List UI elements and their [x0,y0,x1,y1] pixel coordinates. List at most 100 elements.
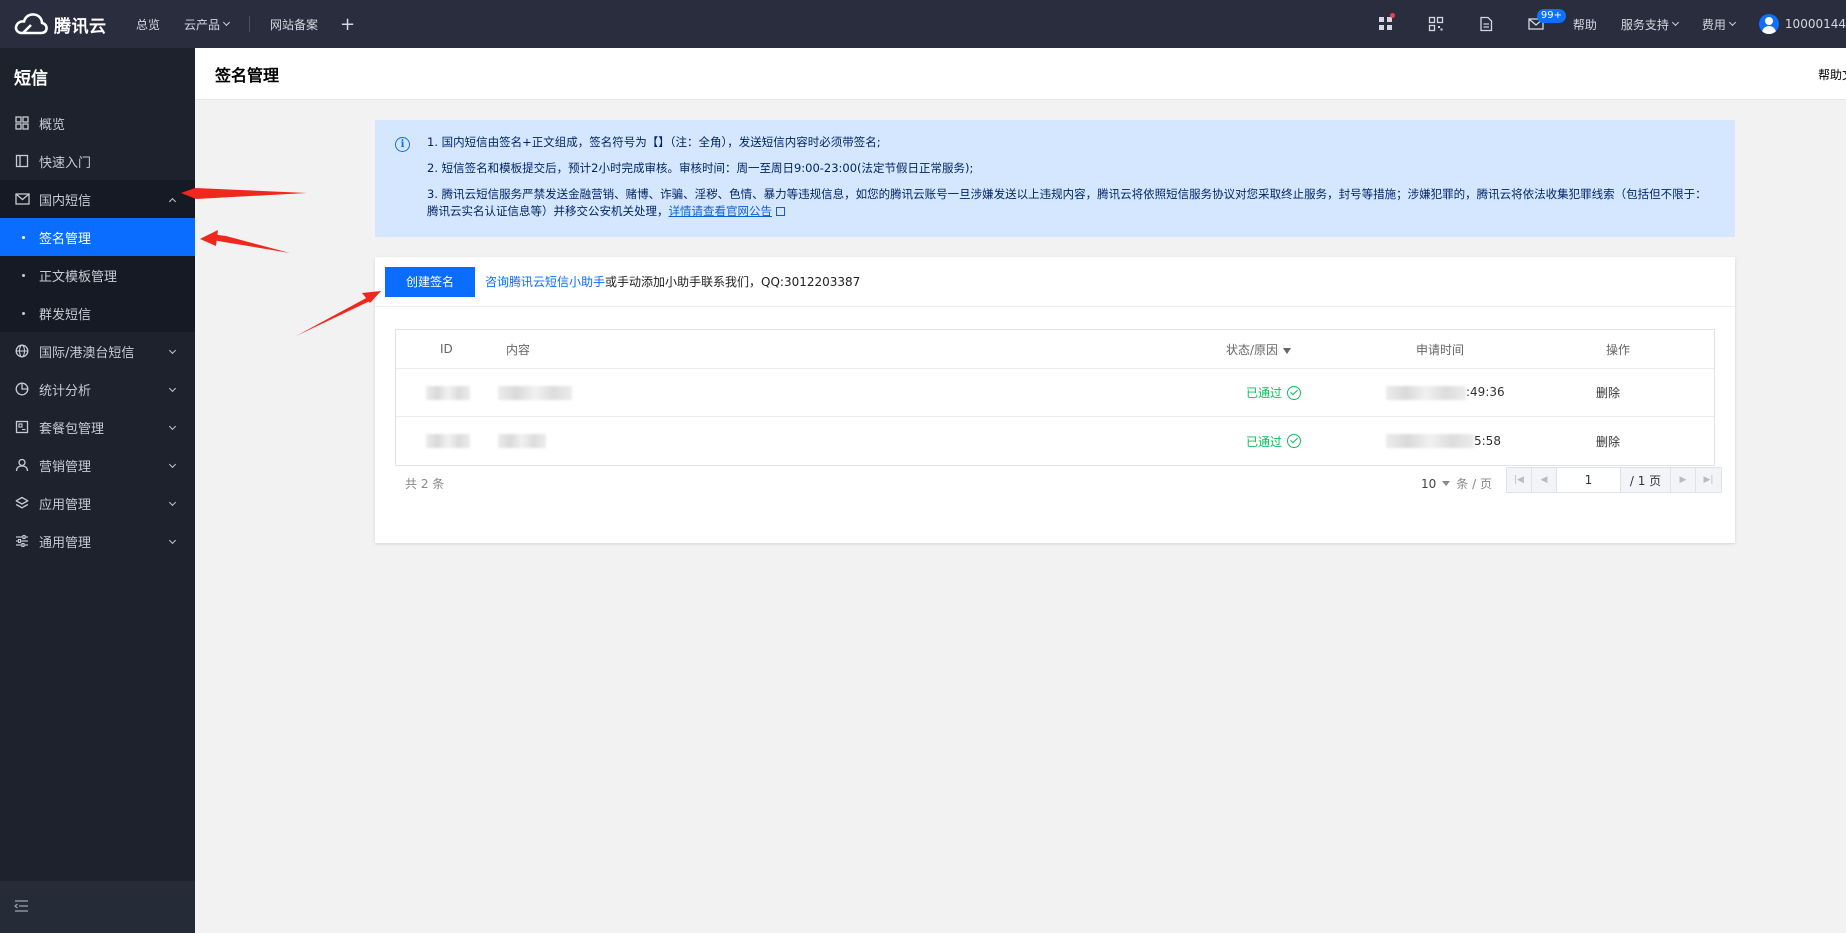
billing-menu[interactable]: 费用 [1690,0,1747,48]
help-link[interactable]: 帮助 [1561,0,1609,48]
qrcode-icon[interactable] [1411,0,1461,48]
sidebar-item-label: 概览 [39,117,66,133]
nav-overview[interactable]: 总览 [124,0,172,48]
delete-link[interactable]: 删除 [1596,384,1620,401]
external-link-icon[interactable] [776,207,785,216]
chevron-down-icon [1728,18,1736,26]
sidebar-subitem-bulk-sms[interactable]: 群发短信 [0,294,195,332]
sidebar-item-general[interactable]: 通用管理 [0,522,195,560]
caret-down-icon [1442,481,1451,486]
top-bar: 腾讯云 总览 云产品 网站备案 + 99+ 帮助 服务支持 费用 1000014… [0,0,1846,48]
help-docs-link[interactable]: 帮助文 [1818,66,1846,83]
bullet-icon [22,273,25,277]
create-signature-button[interactable]: 创建签名 [385,266,475,297]
status-cell: 已通过 [1246,433,1302,450]
sidebar: 短信 概览 快速入门 国内短信 签名管理 正文模板管理 群发短信 国际/港澳台短… [0,48,195,933]
sidebar-subitem-template[interactable]: 正文模板管理 [0,256,195,294]
sidebar-item-intl-sms[interactable]: 国际/港澳台短信 [0,332,195,370]
filter-icon[interactable] [1283,347,1292,354]
redacted-id [426,434,470,449]
sliders-icon [14,533,30,549]
nav-icp-filing[interactable]: 网站备案 [258,0,330,48]
apps-grid-icon[interactable] [1361,0,1411,48]
redacted-id [426,385,470,400]
page-size-select[interactable]: 10 条 / 页 [1421,475,1492,492]
sidebar-item-domestic-sms[interactable]: 国内短信 [0,180,195,218]
nav-products-label: 云产品 [184,17,221,32]
announcement-link[interactable]: 详情请查看官网公告 [669,204,773,218]
sidebar-item-applications[interactable]: 应用管理 [0,484,195,522]
nav-products[interactable]: 云产品 [172,0,241,48]
notice-banner: i 1. 国内短信由签名+正文组成，签名符号为【】（注：全角），发送短信内容时必… [375,120,1735,237]
pagination: 共 2 条 10 条 / 页 |◀ ◀ / 1 页 ▶ ▶| [395,467,1722,495]
notice-line-3-text: 3. 腾讯云短信服务严禁发送金融营销、赌博、诈骗、淫秽、色情、暴力等违规信息，如… [427,187,1707,218]
chevron-down-icon [168,460,177,469]
consult-assistant-link[interactable]: 咨询腾讯云短信小助手 [485,273,605,290]
first-page-icon[interactable]: |◀ [1507,468,1532,492]
sidebar-item-statistics[interactable]: 统计分析 [0,370,195,408]
notice-line-2: 2. 短信签名和模板提交后，预计2小时完成审核。审核时间：周一至周日9:00-2… [427,161,974,175]
support-menu[interactable]: 服务支持 [1609,0,1690,48]
column-header-status[interactable]: 状态/原因 [1226,341,1292,358]
notice-line-1: 1. 国内短信由签名+正文组成，签名符号为【】（注：全角），发送短信内容时必须带… [427,135,881,149]
chevron-down-icon [168,536,177,545]
collapse-menu-icon [14,899,30,916]
layers-icon [14,495,30,511]
chevron-down-icon [168,346,177,355]
chevron-down-icon [168,384,177,393]
document-icon[interactable] [1461,0,1511,48]
total-pages: / 1 页 [1621,468,1671,492]
redacted-content [498,434,546,449]
sidebar-item-label: 快速入门 [39,155,92,171]
next-page-icon[interactable]: ▶ [1671,468,1696,492]
table-row: 已通过 :49:36 删除 [396,369,1714,417]
add-shortcut-icon[interactable]: + [330,14,365,35]
sidebar-item-marketing[interactable]: 营销管理 [0,446,195,484]
sidebar-title: 短信 [14,68,48,89]
page-navigator: |◀ ◀ / 1 页 ▶ ▶| [1506,467,1722,493]
sidebar-item-label: 应用管理 [39,497,92,513]
check-circle-icon [1287,434,1302,448]
last-page-icon[interactable]: ▶| [1696,468,1721,492]
package-icon [14,419,30,435]
brand-logo[interactable]: 腾讯云 [0,0,124,48]
page-number-input[interactable] [1557,468,1621,492]
notification-badge: 99+ [1536,9,1566,23]
globe-icon [14,343,30,359]
sidebar-collapse-toggle[interactable] [0,881,195,933]
consult-contact-text: 或手动添加小助手联系我们，QQ:3012203387 [605,275,861,289]
signature-table: ID 内容 状态/原因 申请时间 操作 已通过 :49:36 删除 已通过 5:… [395,329,1715,466]
time-cell: :49:36 [1386,385,1505,400]
message-icon[interactable]: 99+ [1511,0,1566,48]
page-size-value: 10 [1421,476,1437,491]
sidebar-subitem-signature[interactable]: 签名管理 [0,218,195,256]
chevron-down-icon [168,498,177,507]
status-text: 已通过 [1246,386,1283,400]
card-toolbar: 创建签名 咨询腾讯云短信小助手 或手动添加小助手联系我们，QQ:30122033… [375,257,1735,307]
total-count: 共 2 条 [405,477,445,491]
sidebar-item-packages[interactable]: 套餐包管理 [0,408,195,446]
account-menu[interactable]: 10000144 [1747,0,1846,48]
page-size-unit: 条 / 页 [1456,477,1492,491]
redacted-content [498,385,572,400]
grid-icon [14,115,30,131]
table-header-row: ID 内容 状态/原因 申请时间 操作 [396,330,1714,369]
column-header-op: 操作 [1606,342,1631,357]
user-group-icon [14,457,30,473]
column-header-id: ID [440,342,453,356]
sidebar-item-overview[interactable]: 概览 [0,104,195,142]
sidebar-subitem-label: 群发短信 [39,307,92,323]
bullet-icon [22,311,25,315]
chevron-down-icon [222,18,231,26]
page-title: 签名管理 [215,65,280,85]
check-circle-icon [1287,385,1302,400]
billing-label: 费用 [1701,17,1726,32]
info-icon: i [395,137,410,152]
sidebar-subitem-label: 正文模板管理 [39,269,118,285]
prev-page-icon[interactable]: ◀ [1532,468,1557,492]
delete-link[interactable]: 删除 [1596,433,1620,450]
bullet-icon [22,235,25,239]
page-header: 签名管理 帮助文 [195,48,1846,100]
sidebar-item-label: 营销管理 [39,459,92,475]
sidebar-item-quickstart[interactable]: 快速入门 [0,142,195,180]
